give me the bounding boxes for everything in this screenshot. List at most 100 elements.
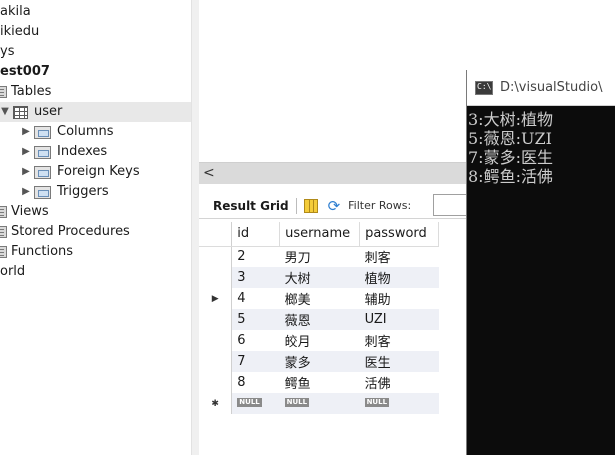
cell-username[interactable]: 薇恩: [279, 309, 360, 330]
pane-splitter[interactable]: [191, 0, 199, 455]
tree-item-label: Columns: [57, 124, 114, 139]
cell-username[interactable]: 榔美: [279, 288, 360, 309]
cell-id[interactable]: 3: [231, 267, 280, 288]
cell-password[interactable]: UZI: [359, 309, 439, 330]
column-header-id[interactable]: id: [231, 222, 281, 247]
tree-folder-triggers[interactable]: ▶ Triggers: [21, 182, 109, 202]
schema-tree: akila ikiedu ys est007 Tables ▼ user ▶ C…: [0, 0, 193, 455]
cell-password[interactable]: 辅助: [359, 288, 439, 309]
console-line: 7:蒙多:医生: [468, 148, 553, 167]
tree-item-label: Tables: [11, 84, 52, 99]
tree-folder-foreign-keys[interactable]: ▶ Foreign Keys: [21, 162, 140, 182]
new-row[interactable]: ✱ NULL NULL NULL: [199, 393, 439, 414]
null-badge: NULL: [364, 398, 390, 407]
row-indicator[interactable]: [199, 246, 233, 267]
cell-id-null[interactable]: NULL: [231, 393, 280, 414]
tree-item-label: ikiedu: [0, 24, 40, 39]
result-grid: id username password 2 男刀 刺客 3 大树 植物 ▶ 4…: [199, 222, 439, 414]
cell-id[interactable]: 2: [231, 246, 280, 267]
table-row[interactable]: 6 皎月 刺客: [199, 330, 439, 351]
cell-username-null[interactable]: NULL: [279, 393, 360, 414]
tree-schema-world[interactable]: orld: [0, 262, 25, 282]
cell-username[interactable]: 蒙多: [279, 351, 360, 372]
column-header-username[interactable]: username: [279, 222, 361, 247]
table-row[interactable]: 3 大树 植物: [199, 267, 439, 288]
row-indicator[interactable]: [199, 267, 233, 288]
table-row[interactable]: 8 鳄鱼 活佛: [199, 372, 439, 393]
table-icon: [13, 105, 28, 119]
table-row[interactable]: 5 薇恩 UZI: [199, 309, 439, 330]
folder-icon: [0, 246, 7, 258]
console-title-bar[interactable]: D:\visualStudio\: [467, 70, 615, 106]
tree-item-label: Functions: [11, 244, 74, 259]
cell-password[interactable]: 植物: [359, 267, 439, 288]
row-indicator[interactable]: [199, 309, 233, 330]
row-indicator[interactable]: [199, 330, 233, 351]
table-row[interactable]: 2 男刀 刺客: [199, 246, 439, 267]
console-line: 8:鳄鱼:活佛: [468, 167, 553, 186]
tree-folder-functions[interactable]: Functions: [0, 242, 73, 262]
tree-item-label: est007: [0, 64, 50, 79]
console-line: 5:薇恩:UZI: [468, 129, 552, 148]
tree-schema-ikiedu[interactable]: ikiedu: [0, 22, 39, 42]
cell-id[interactable]: 5: [231, 309, 280, 330]
tree-item-label: Stored Procedures: [11, 224, 130, 239]
tree-table-user[interactable]: ▼ user: [0, 102, 191, 122]
cell-username[interactable]: 鳄鱼: [279, 372, 360, 393]
cell-id[interactable]: 6: [231, 330, 280, 351]
table-row[interactable]: 7 蒙多 医生: [199, 351, 439, 372]
console-output: 3:大树:植物 5:薇恩:UZI 7:蒙多:医生 8:鳄鱼:活佛: [467, 106, 615, 186]
tree-folder-views[interactable]: Views: [0, 202, 49, 222]
chevron-right-icon[interactable]: ▶: [21, 162, 31, 182]
cell-id[interactable]: 7: [231, 351, 280, 372]
tree-item-label: orld: [0, 264, 26, 279]
refresh-icon[interactable]: ⟳: [328, 197, 341, 215]
tree-item-label: Views: [11, 204, 49, 219]
horizontal-scrollbar[interactable]: <: [199, 162, 466, 184]
folder-icon: [0, 86, 7, 98]
row-indicator[interactable]: [199, 372, 233, 393]
tree-folder-stored-procedures[interactable]: Stored Procedures: [0, 222, 130, 242]
tree-schema-akila[interactable]: akila: [0, 2, 31, 22]
row-indicator[interactable]: [199, 351, 233, 372]
cell-password[interactable]: 刺客: [359, 246, 439, 267]
tree-item-label: Foreign Keys: [57, 164, 140, 179]
cell-id[interactable]: 4: [231, 288, 280, 309]
console-title: D:\visualStudio\: [500, 80, 603, 95]
tree-folder-columns[interactable]: ▶ Columns: [21, 122, 114, 142]
console-window[interactable]: D:\visualStudio\ 3:大树:植物 5:薇恩:UZI 7:蒙多:医…: [466, 70, 615, 455]
triggers-icon: [34, 185, 51, 199]
cell-password-null[interactable]: NULL: [359, 393, 439, 414]
chevron-down-icon[interactable]: ▼: [0, 102, 10, 122]
grid-header-row: id username password: [199, 222, 439, 247]
column-header-password[interactable]: password: [359, 222, 439, 247]
grid-layout-icon[interactable]: [303, 198, 318, 213]
tree-item-label: Triggers: [57, 184, 109, 199]
folder-icon: [0, 206, 7, 218]
chevron-right-icon[interactable]: ▶: [21, 122, 31, 142]
tree-item-label: user: [34, 104, 63, 119]
new-row-indicator[interactable]: ✱: [199, 393, 233, 414]
tree-folder-tables[interactable]: Tables: [0, 82, 51, 102]
cell-id[interactable]: 8: [231, 372, 280, 393]
cell-username[interactable]: 大树: [279, 267, 360, 288]
tree-item-label: ys: [0, 44, 15, 59]
cell-username[interactable]: 皎月: [279, 330, 360, 351]
cell-password[interactable]: 活佛: [359, 372, 439, 393]
cell-password[interactable]: 刺客: [359, 330, 439, 351]
cell-password[interactable]: 医生: [359, 351, 439, 372]
scroll-left-button[interactable]: <: [203, 165, 215, 181]
current-row-indicator[interactable]: ▶: [199, 288, 233, 309]
tree-schema-ys[interactable]: ys: [0, 42, 14, 62]
result-grid-tab[interactable]: Result Grid: [213, 199, 289, 213]
chevron-right-icon[interactable]: ▶: [21, 142, 31, 162]
toolbar-divider: [295, 197, 297, 214]
row-indicator-header: [199, 222, 233, 247]
chevron-right-icon[interactable]: ▶: [21, 182, 31, 202]
table-row[interactable]: ▶ 4 榔美 辅助: [199, 288, 439, 309]
columns-icon: [34, 125, 51, 139]
tree-schema-est007[interactable]: est007: [0, 62, 50, 82]
cell-username[interactable]: 男刀: [279, 246, 360, 267]
tree-folder-indexes[interactable]: ▶ Indexes: [21, 142, 107, 162]
console-app-icon: [475, 80, 493, 95]
